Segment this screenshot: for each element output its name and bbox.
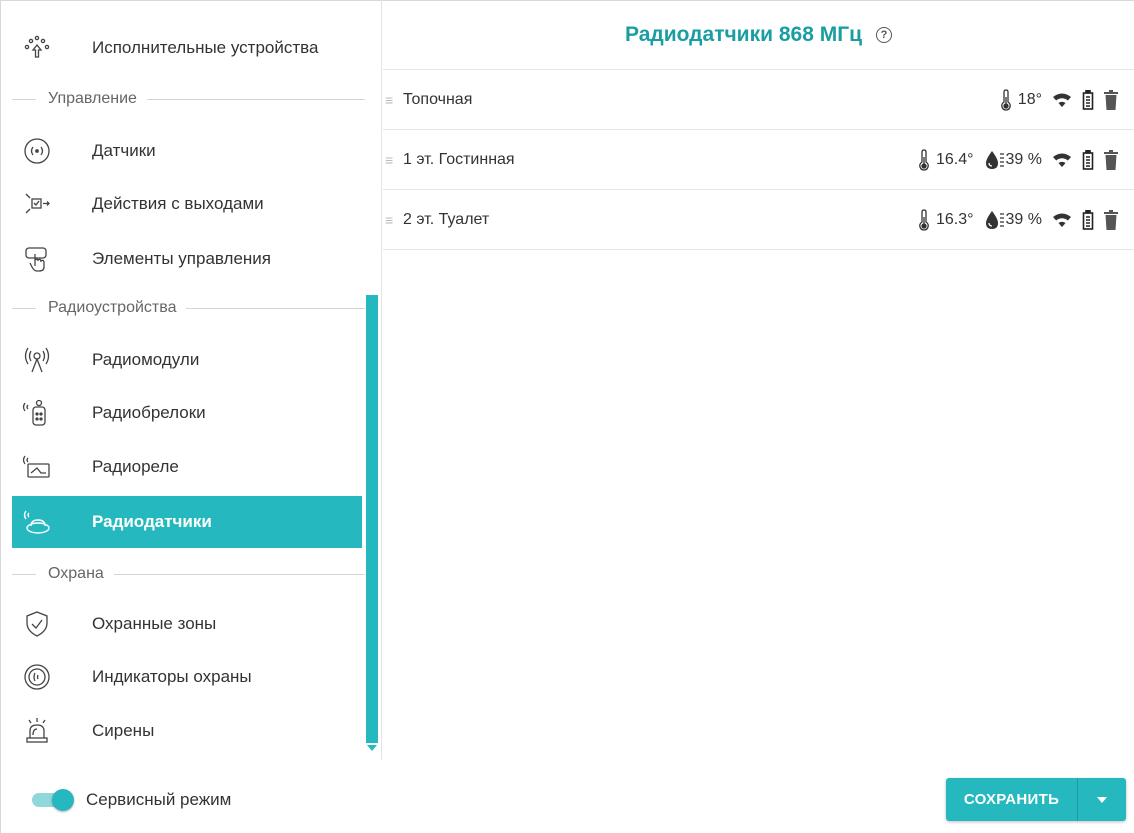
delete-icon[interactable] [1104, 149, 1118, 170]
section-title: Управление [48, 90, 137, 107]
temperature-value: 16.3° [935, 210, 974, 228]
sidebar-item-label: Радиодатчики [92, 512, 212, 531]
wifi-icon [1052, 92, 1072, 108]
thermometer-icon [1000, 88, 1012, 111]
sidebar-item-label: Радиобрелоки [92, 403, 206, 422]
save-options-dropdown[interactable] [1077, 778, 1126, 821]
sidebar-item-radio-modules[interactable]: Радиомодули [12, 334, 362, 386]
sensor-icon [20, 134, 54, 168]
help-icon[interactable]: ? [876, 26, 893, 43]
delete-icon[interactable] [1104, 89, 1118, 110]
battery-icon [1082, 209, 1094, 230]
humidity-icon [984, 210, 1006, 230]
radio-sensor-icon [20, 505, 54, 539]
sidebar-item-sirens[interactable]: Сирены [12, 705, 362, 757]
thermometer-icon [918, 148, 930, 171]
sidebar-item-sensors[interactable]: Датчики [12, 125, 362, 177]
key-fob-icon [20, 396, 54, 430]
temperature-value: 18° [1017, 90, 1042, 108]
siren-icon [20, 714, 54, 748]
wifi-icon [1052, 212, 1072, 228]
sidebar: Исполнительные устройства Управление Дат… [0, 0, 382, 760]
sidebar-item-label: Сирены [92, 721, 155, 740]
page-title: Радиодатчики 868 МГц [624, 22, 863, 46]
sidebar-item-key-fobs[interactable]: Радиобрелоки [12, 387, 362, 439]
security-indicator-icon [20, 660, 54, 694]
sensor-status: 16.4° 39 % [918, 148, 1118, 171]
thermometer-icon [918, 208, 930, 231]
touch-controls-icon [20, 242, 54, 276]
section-title: Охрана [48, 565, 104, 582]
shield-icon [20, 607, 54, 641]
sidebar-item-label: Радиомодули [92, 350, 200, 369]
section-header-security: Охрана [0, 562, 365, 586]
sidebar-item-radio-sensors[interactable]: Радиодатчики [12, 496, 362, 548]
sidebar-item-label: Охранные зоны [92, 614, 217, 633]
delete-icon[interactable] [1104, 209, 1118, 230]
table-row[interactable]: ≡ 1 эт. Гостинная 16.4° 39 % [383, 130, 1134, 190]
battery-icon [1082, 89, 1094, 110]
sidebar-item-label: Радиореле [92, 457, 179, 476]
sidebar-item-label: Элементы управления [92, 249, 272, 268]
sidebar-item-radio-relay[interactable]: Радиореле [12, 441, 362, 493]
humidity-value: 39 % [1005, 150, 1042, 168]
sidebar-item-label: Датчики [92, 141, 156, 160]
save-button[interactable]: СОХРАНИТЬ [946, 778, 1077, 821]
section-header-radio: Радиоустройства [0, 296, 365, 320]
main-panel: Радиодатчики 868 МГц ? ≡ Топочная 18° ≡ … [383, 0, 1134, 760]
scroll-down-arrow-icon[interactable] [367, 745, 377, 751]
service-mode-label: Сервисный режим [86, 790, 232, 809]
section-title: Радиоустройства [48, 299, 177, 316]
sidebar-item-label: Исполнительные устройства [92, 38, 319, 57]
table-row[interactable]: ≡ Топочная 18° [383, 70, 1134, 130]
sensor-status: 16.3° 39 % [918, 208, 1118, 231]
actuators-icon [20, 31, 54, 65]
sidebar-scrollbar[interactable] [366, 295, 378, 743]
drag-handle-icon[interactable]: ≡ [385, 152, 399, 168]
humidity-value: 39 % [1005, 210, 1042, 228]
table-row[interactable]: ≡ 2 эт. Туалет 16.3° 39 % [383, 190, 1134, 250]
sidebar-item-security-zones[interactable]: Охранные зоны [12, 598, 362, 650]
drag-handle-icon[interactable]: ≡ [385, 212, 399, 228]
sidebar-item-actuators[interactable]: Исполнительные устройства [12, 22, 362, 74]
sensor-name: 1 эт. Гостинная [403, 150, 515, 168]
main-header: Радиодатчики 868 МГц ? [383, 0, 1134, 70]
sidebar-item-security-indicators[interactable]: Индикаторы охраны [12, 651, 362, 703]
service-mode-toggle[interactable] [32, 789, 74, 811]
save-button-group: СОХРАНИТЬ [946, 778, 1126, 821]
sensor-name: Топочная [403, 90, 473, 108]
radio-relay-icon [20, 450, 54, 484]
output-actions-icon [20, 187, 54, 221]
radio-antenna-icon [20, 343, 54, 377]
temperature-value: 16.4° [935, 150, 974, 168]
caret-down-icon [1097, 796, 1107, 803]
sensor-status: 18° [1000, 88, 1118, 111]
sensor-name: 2 эт. Туалет [403, 210, 490, 228]
sidebar-item-label: Действия с выходами [92, 194, 264, 213]
drag-handle-icon[interactable]: ≡ [385, 92, 399, 108]
sidebar-item-controls[interactable]: Элементы управления [12, 233, 362, 285]
toggle-knob [52, 789, 74, 811]
battery-icon [1082, 149, 1094, 170]
section-header-control: Управление [0, 87, 365, 111]
sidebar-item-output-actions[interactable]: Действия с выходами [12, 178, 362, 230]
humidity-icon [984, 150, 1006, 170]
sidebar-item-label: Индикаторы охраны [92, 667, 252, 686]
wifi-icon [1052, 152, 1072, 168]
